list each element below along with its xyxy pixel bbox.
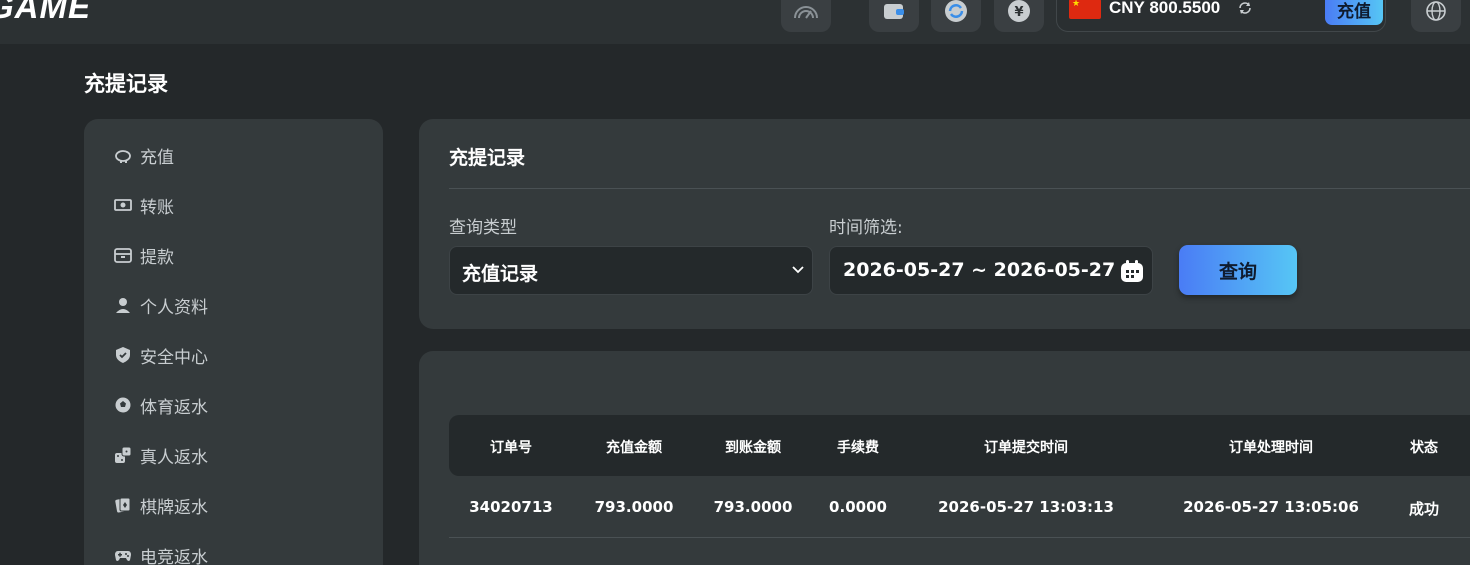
cards-icon xyxy=(115,497,131,513)
deposit-button[interactable]: 充值 xyxy=(1325,0,1383,25)
sidebar-item-label: 真人返水 xyxy=(140,447,208,468)
money-icon xyxy=(114,199,132,211)
divider xyxy=(449,188,1470,189)
wallet-icon xyxy=(884,4,904,19)
sidebar-item-label: 提款 xyxy=(140,247,174,268)
cell-fee: 0.0000 xyxy=(829,498,887,516)
yuan-button[interactable]: ¥ xyxy=(994,0,1044,32)
time-filter-label: 时间筛选: xyxy=(829,218,903,238)
date-range-value: 2026-05-27 ~ 2026-05-27 xyxy=(843,259,1116,281)
cell-submit-time: 2026-05-27 13:03:13 xyxy=(938,498,1114,516)
date-range-picker[interactable]: 2026-05-27 ~ 2026-05-27 xyxy=(829,246,1153,295)
sidebar-item-label: 体育返水 xyxy=(140,397,208,418)
sidebar-item-label: 棋牌返水 xyxy=(140,497,208,518)
balance-currency: CNY xyxy=(1109,0,1145,17)
sidebar: 充值 转账 提款 个人资料 安全中心 体育返水 真人返水 棋牌返水 电竞返水 xyxy=(84,119,383,565)
refresh-icon[interactable] xyxy=(1237,0,1253,16)
sidebar-item-sports-rebate[interactable]: 体育返水 xyxy=(114,392,208,418)
gamepad-icon xyxy=(115,551,131,561)
yuan-icon: ¥ xyxy=(1008,0,1030,22)
sidebar-item-label: 充值 xyxy=(140,147,174,168)
china-flag-icon: ★ xyxy=(1069,0,1101,19)
sidebar-item-live-rebate[interactable]: 真人返水 xyxy=(114,442,208,468)
calendar-icon[interactable] xyxy=(1120,259,1144,283)
sidebar-item-label: 电竞返水 xyxy=(140,547,208,565)
shield-icon xyxy=(116,347,130,363)
exchange-button[interactable] xyxy=(931,0,981,32)
cell-process-time: 2026-05-27 13:05:06 xyxy=(1183,498,1359,516)
cell-deposit-amount: 793.0000 xyxy=(594,498,674,516)
user-icon xyxy=(116,298,130,313)
sidebar-item-label: 个人资料 xyxy=(140,297,208,318)
column-header-process-time: 订单处理时间 xyxy=(1229,440,1313,456)
sidebar-item-card-rebate[interactable]: 棋牌返水 xyxy=(114,492,208,518)
soccer-ball-icon xyxy=(115,397,131,413)
query-type-label: 查询类型 xyxy=(449,218,517,238)
speedometer-button[interactable] xyxy=(781,0,831,32)
balance-amount: CNY 800.5500 xyxy=(1109,0,1220,18)
column-header-order-id: 订单号 xyxy=(490,440,532,456)
sidebar-item-security[interactable]: 安全中心 xyxy=(114,342,208,368)
sidebar-item-deposit[interactable]: 充值 xyxy=(114,142,174,168)
cash-drawer-icon xyxy=(114,248,132,263)
dice-icon xyxy=(115,446,132,463)
column-header-submit-time: 订单提交时间 xyxy=(984,440,1068,456)
column-header-status: 状态 xyxy=(1410,440,1438,456)
column-header-received-amount: 到账金额 xyxy=(725,440,781,456)
table-header: 订单号 充值金额 到账金额 手续费 订单提交时间 订单处理时间 状态 xyxy=(449,415,1470,476)
query-type-select[interactable]: 充值记录 xyxy=(449,246,813,295)
chevron-down-icon xyxy=(792,266,804,274)
sidebar-item-withdraw[interactable]: 提款 xyxy=(114,242,174,268)
svg-text:¥: ¥ xyxy=(1014,5,1023,20)
filter-card-title: 充提记录 xyxy=(449,147,526,169)
filter-card: 充提记录 查询类型 时间筛选: 充值记录 2026-05-27 ~ 2026-0… xyxy=(419,119,1470,329)
page-title: 充提记录 xyxy=(84,72,168,96)
balance-panel: ★ CNY 800.5500 充值 xyxy=(1056,0,1386,32)
top-header: GAME ¥ ★ CNY 800.5500 xyxy=(0,0,1470,44)
balance-value: 800.5500 xyxy=(1149,0,1221,17)
query-button[interactable]: 查询 xyxy=(1179,245,1297,295)
wallet-button[interactable] xyxy=(869,0,919,32)
query-type-value: 充值记录 xyxy=(462,263,539,285)
cell-order-id: 34020713 xyxy=(469,498,553,516)
sidebar-item-label: 安全中心 xyxy=(140,347,208,368)
speedometer-icon xyxy=(794,6,818,19)
refresh-circle-icon xyxy=(945,0,967,22)
sidebar-item-profile[interactable]: 个人资料 xyxy=(114,292,208,318)
records-table-card: 订单号 充值金额 到账金额 手续费 订单提交时间 订单处理时间 状态 34020… xyxy=(419,351,1470,565)
column-header-deposit-amount: 充值金额 xyxy=(606,440,662,456)
site-logo[interactable]: GAME xyxy=(0,0,91,26)
cell-status: 成功 xyxy=(1408,500,1440,518)
sidebar-item-transfer[interactable]: 转账 xyxy=(114,192,174,218)
column-header-fee: 手续费 xyxy=(837,440,879,456)
globe-icon xyxy=(1426,1,1446,21)
cell-received-amount: 793.0000 xyxy=(713,498,793,516)
language-button[interactable] xyxy=(1411,0,1461,32)
table-row[interactable]: 34020713 793.0000 793.0000 0.0000 2026-0… xyxy=(449,476,1470,538)
sidebar-item-label: 转账 xyxy=(140,197,174,218)
sidebar-item-esports-rebate[interactable]: 电竞返水 xyxy=(114,542,208,565)
piggy-bank-icon xyxy=(115,150,131,163)
